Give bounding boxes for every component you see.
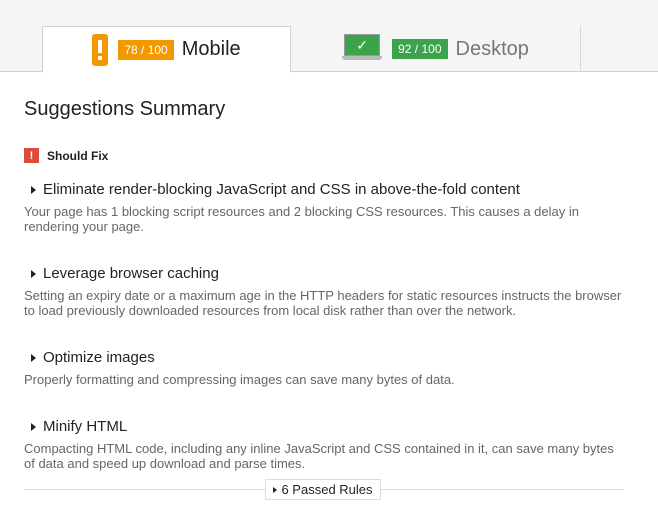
exclamation-icon: ! <box>24 148 39 163</box>
tab-divider <box>580 26 581 72</box>
mobile-tab-label: Mobile <box>181 38 241 60</box>
rule-toggle[interactable]: Eliminate render-blocking JavaScript and… <box>24 181 624 198</box>
rule-item: Leverage browser caching Setting an expi… <box>24 265 624 318</box>
should-fix-label: Should Fix <box>47 148 109 163</box>
rule-description: Properly formatting and compressing imag… <box>24 372 455 387</box>
rule-title: Eliminate render-blocking JavaScript and… <box>43 181 520 198</box>
desktop-monitor-icon: ✓ <box>342 34 383 64</box>
expand-triangle-icon <box>31 353 36 362</box>
expand-triangle-icon <box>31 185 36 194</box>
passed-rules-button[interactable]: 6 Passed Rules <box>265 479 381 500</box>
rule-title: Optimize images <box>43 349 155 366</box>
expand-triangle-icon <box>273 486 278 493</box>
rule-item: Optimize images Properly formatting and … <box>24 349 624 387</box>
rule-toggle[interactable]: Optimize images <box>24 349 624 366</box>
rule-item: Minify HTML Compacting HTML code, includ… <box>24 418 624 471</box>
rule-toggle[interactable]: Minify HTML <box>24 418 624 435</box>
rule-description: Your page has 1 blocking script resource… <box>24 204 579 234</box>
expand-triangle-icon <box>31 269 36 278</box>
rule-title: Minify HTML <box>43 418 128 435</box>
passed-rules-label: 6 Passed Rules <box>281 482 373 497</box>
page-title: Suggestions Summary <box>24 98 226 120</box>
desktop-score-badge: 92 / 100 <box>392 39 448 59</box>
tab-mobile[interactable]: 78 / 100 Mobile <box>42 26 291 73</box>
rule-item: Eliminate render-blocking JavaScript and… <box>24 181 624 234</box>
expand-triangle-icon <box>31 422 36 431</box>
tab-desktop[interactable]: ✓ 92 / 100 Desktop <box>291 26 580 72</box>
rule-toggle[interactable]: Leverage browser caching <box>24 265 624 282</box>
rule-title: Leverage browser caching <box>43 265 219 282</box>
should-fix-header: ! Should Fix <box>24 148 108 163</box>
device-tab-bar: 78 / 100 Mobile ✓ 92 / 100 Desktop <box>0 0 658 73</box>
rule-description: Setting an expiry date or a maximum age … <box>24 288 622 318</box>
mobile-score-badge: 78 / 100 <box>118 39 174 60</box>
rule-description: Compacting HTML code, including any inli… <box>24 441 614 471</box>
desktop-tab-label: Desktop <box>455 37 529 60</box>
checkmark-icon: ✓ <box>344 34 381 56</box>
phone-warning-icon <box>92 33 109 66</box>
